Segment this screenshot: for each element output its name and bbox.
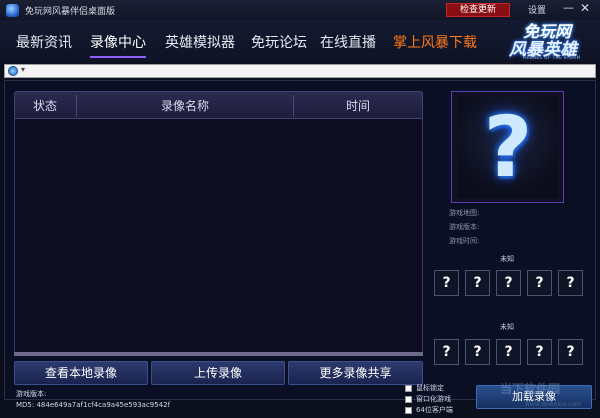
question-mark-icon: ? bbox=[483, 98, 533, 196]
tab-replay-center[interactable]: 录像中心 bbox=[90, 32, 146, 58]
browser-icon bbox=[8, 66, 18, 76]
hero-slot: ? bbox=[434, 339, 459, 365]
game-map-label: 游戏地图: bbox=[449, 209, 480, 217]
tab-hero-simulator[interactable]: 英雄模拟器 bbox=[165, 32, 235, 52]
tab-news[interactable]: 最新资讯 bbox=[16, 32, 72, 52]
team1-label: 未知 bbox=[500, 255, 514, 263]
windowed-option[interactable]: 窗口化游戏 bbox=[405, 394, 451, 404]
column-replay-name[interactable]: 录像名称 bbox=[77, 97, 293, 114]
tab-forum[interactable]: 免玩论坛 bbox=[251, 32, 307, 52]
check-update-button[interactable]: 检查更新 bbox=[446, 3, 510, 17]
map-thumbnail: ? bbox=[451, 91, 564, 203]
game-version-label: 游戏版本: bbox=[449, 223, 480, 231]
game-time-label: 游戏时间: bbox=[449, 237, 480, 245]
windowed-checkbox[interactable] bbox=[405, 395, 412, 403]
watermark-url: www.downxia.com bbox=[525, 401, 581, 408]
client64-label: 64位客户端 bbox=[416, 406, 453, 414]
chevron-down-icon[interactable]: ▾ bbox=[21, 65, 25, 74]
upload-replay-button[interactable]: 上传录像 bbox=[151, 361, 285, 385]
replay-table bbox=[14, 91, 423, 356]
client64-option[interactable]: 64位客户端 bbox=[405, 405, 453, 415]
hero-slot: ? bbox=[558, 270, 583, 296]
footer-game-version: 游戏版本: bbox=[16, 390, 47, 398]
windowed-label: 窗口化游戏 bbox=[416, 395, 451, 403]
hero-slot: ? bbox=[558, 339, 583, 365]
column-status[interactable]: 状态 bbox=[15, 97, 75, 114]
heroes-logo: 免玩网 风暴英雄 HEROES OF THE STORM bbox=[505, 18, 595, 62]
app-icon bbox=[6, 3, 19, 17]
hero-slot: ? bbox=[496, 270, 521, 296]
team2-label: 未知 bbox=[500, 323, 514, 331]
hero-slot: ? bbox=[434, 270, 459, 296]
lock-mouse-label: 鼠标锁定 bbox=[416, 384, 444, 392]
hero-slot: ? bbox=[496, 339, 521, 365]
close-icon[interactable]: ✕ bbox=[580, 1, 590, 15]
hero-slot: ? bbox=[527, 339, 552, 365]
logo-subtitle: HEROES OF THE STORM bbox=[523, 55, 581, 60]
title-bar: 免玩网风暴伴侣桌面版 bbox=[0, 0, 600, 20]
lock-mouse-checkbox[interactable] bbox=[405, 384, 412, 392]
tab-mobile-download[interactable]: 掌上风暴下载 bbox=[393, 32, 477, 52]
replay-table-header: 状态 录像名称 时间 bbox=[14, 91, 423, 119]
window-title: 免玩网风暴伴侣桌面版 bbox=[25, 6, 116, 17]
footer-md5: MD5: 484e649a7af1cf4ca9a45e593ac9542f bbox=[16, 401, 171, 409]
hero-slot: ? bbox=[465, 270, 490, 296]
column-time[interactable]: 时间 bbox=[294, 97, 422, 114]
map-thumbnail-image: ? bbox=[458, 96, 558, 198]
browser-strip: ▾ bbox=[4, 64, 596, 78]
hero-slot: ? bbox=[527, 270, 552, 296]
hero-slot: ? bbox=[465, 339, 490, 365]
table-scrollbar[interactable] bbox=[14, 352, 423, 356]
watermark-text: 当下软件园 bbox=[500, 382, 561, 396]
minimize-icon[interactable]: — bbox=[563, 1, 574, 14]
tab-live[interactable]: 在线直播 bbox=[320, 32, 376, 52]
settings-button[interactable]: 设置 bbox=[528, 3, 546, 16]
lock-mouse-option[interactable]: 鼠标锁定 bbox=[405, 383, 444, 393]
view-local-replays-button[interactable]: 查看本地录像 bbox=[14, 361, 148, 385]
more-replays-share-button[interactable]: 更多录像共享 bbox=[288, 361, 423, 385]
client64-checkbox[interactable] bbox=[405, 406, 412, 414]
